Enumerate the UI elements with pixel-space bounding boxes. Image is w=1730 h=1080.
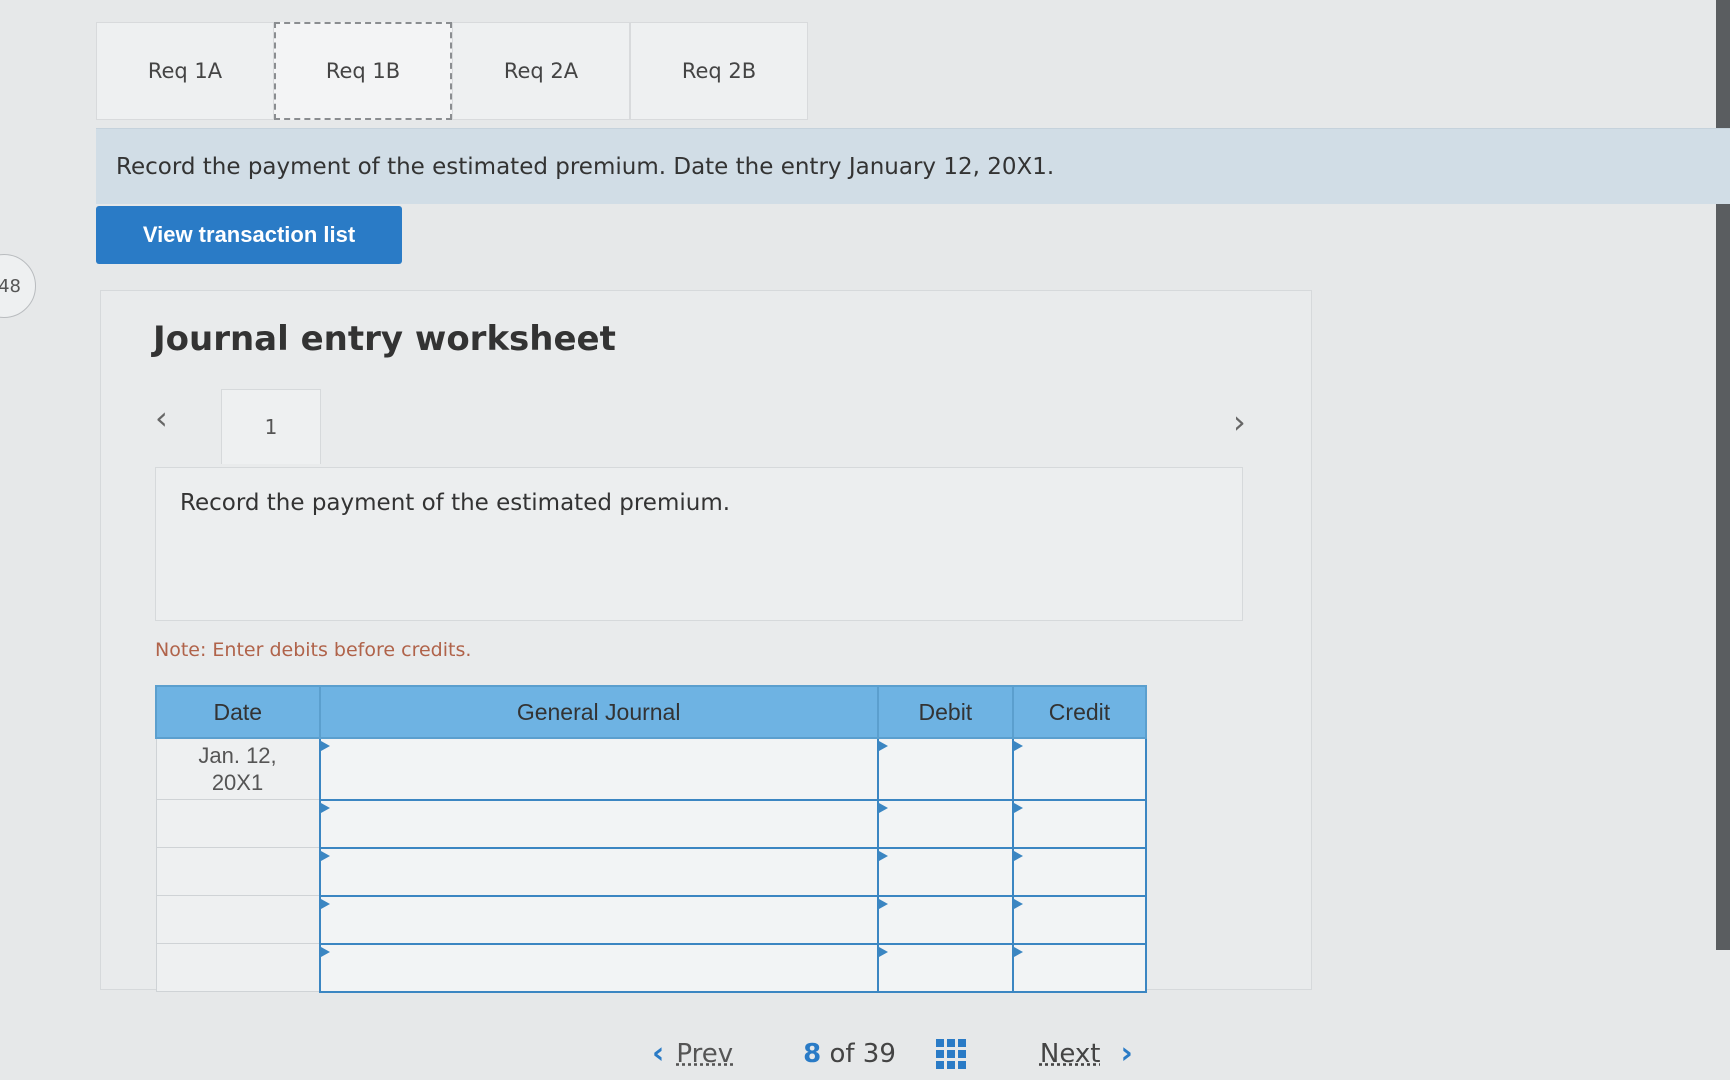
column-header-general-journal: General Journal — [318, 685, 879, 739]
column-header-credit: Credit — [1011, 685, 1148, 739]
account-input[interactable] — [318, 846, 879, 897]
table-row — [155, 942, 1148, 993]
credit-input[interactable] — [1011, 846, 1148, 897]
date-cell — [155, 799, 321, 848]
prev-label: Prev — [676, 1038, 734, 1069]
column-header-debit: Debit — [876, 685, 1014, 739]
tab-req-1a[interactable]: Req 1A — [96, 22, 274, 120]
next-button[interactable]: Next › — [1040, 1036, 1133, 1071]
table-row — [155, 798, 1148, 849]
requirement-tabs: Req 1A Req 1B Req 2A Req 2B — [96, 22, 808, 122]
credit-input[interactable] — [1011, 737, 1148, 801]
chevron-right-icon: › — [1120, 1036, 1133, 1071]
debit-input[interactable] — [876, 798, 1014, 849]
account-input[interactable] — [318, 737, 879, 801]
side-question-badge[interactable]: 48 — [0, 254, 36, 318]
date-cell — [155, 847, 321, 896]
journal-header-row: Date General Journal Debit Credit — [155, 685, 1148, 739]
debit-input[interactable] — [876, 846, 1014, 897]
bottom-pagination: ‹ Prev 8 of 39 Next › — [652, 1036, 1133, 1071]
view-transaction-list-button[interactable]: View transaction list — [96, 206, 402, 264]
account-input[interactable] — [318, 798, 879, 849]
page-indicator: 8 of 39 — [803, 1039, 896, 1069]
column-header-date: Date — [155, 685, 321, 739]
credit-input[interactable] — [1011, 942, 1148, 993]
credit-input[interactable] — [1011, 798, 1148, 849]
tab-req-2a[interactable]: Req 2A — [452, 22, 630, 120]
tab-req-1b[interactable]: Req 1B — [274, 22, 452, 120]
credit-input[interactable] — [1011, 894, 1148, 945]
entry-description: Record the payment of the estimated prem… — [155, 467, 1243, 621]
date-cell — [155, 895, 321, 944]
instruction-text: Record the payment of the estimated prem… — [116, 153, 1055, 180]
grid-icon[interactable] — [935, 1038, 966, 1069]
account-input[interactable] — [318, 894, 879, 945]
debit-input[interactable] — [876, 737, 1014, 801]
worksheet-title: Journal entry worksheet — [153, 319, 616, 359]
entry-description-text: Record the payment of the estimated prem… — [180, 490, 731, 516]
date-cell: Jan. 12, 20X1 — [155, 737, 321, 800]
next-label: Next — [1039, 1038, 1101, 1069]
date-cell — [155, 943, 321, 992]
table-row: Jan. 12, 20X1 — [155, 737, 1148, 801]
journal-table: Date General Journal Debit Credit Jan. 1… — [155, 685, 1148, 993]
debit-input[interactable] — [876, 894, 1014, 945]
debit-input[interactable] — [876, 942, 1014, 993]
date-line-2: 20X1 — [211, 770, 264, 795]
total-pages: 39 — [862, 1038, 896, 1069]
tab-req-2b[interactable]: Req 2B — [630, 22, 808, 120]
date-line-1: Jan. 12, — [198, 743, 277, 768]
chevron-left-icon: ‹ — [652, 1036, 665, 1071]
table-row — [155, 846, 1148, 897]
current-page: 8 — [803, 1038, 822, 1069]
table-row — [155, 894, 1148, 945]
journal-worksheet-panel: Journal entry worksheet ‹ 1 › Record the… — [100, 290, 1312, 993]
chevron-left-icon[interactable]: ‹ — [155, 399, 168, 437]
entry-tab-1[interactable]: 1 — [221, 389, 321, 464]
account-input[interactable] — [318, 942, 879, 993]
note-text: Note: Enter debits before credits. — [155, 639, 472, 661]
of-label: of — [829, 1038, 855, 1069]
prev-button[interactable]: ‹ Prev — [652, 1036, 733, 1071]
chevron-right-icon[interactable]: › — [1233, 403, 1246, 441]
instruction-bar: Record the payment of the estimated prem… — [96, 128, 1730, 204]
